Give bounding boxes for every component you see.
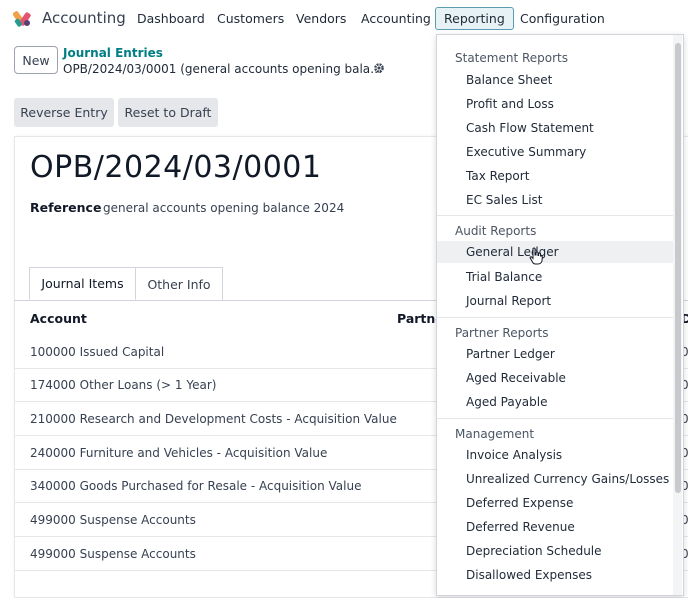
row-account: 240000 Furniture and Vehicles - Acquisit… — [30, 446, 328, 460]
menu-item-ec-sales-list[interactable]: EC Sales List — [437, 189, 673, 211]
nav-reporting[interactable]: Reporting — [435, 7, 514, 30]
menu-item-label: Depreciation Schedule — [466, 544, 602, 558]
menu-item-depreciation-schedule[interactable]: Depreciation Schedule — [437, 540, 673, 562]
menu-item-label: Executive Summary — [466, 145, 587, 159]
menu-item-label: Trial Balance — [466, 270, 543, 284]
app-title[interactable]: Accounting — [42, 9, 126, 27]
row-account: 100000 Issued Capital — [30, 345, 165, 359]
menu-item-aged-payable[interactable]: Aged Payable — [437, 391, 673, 413]
menu-item-label: Deferred Revenue — [466, 520, 575, 534]
menu-section-header: Audit Reports — [455, 224, 537, 238]
menu-item-general-ledger[interactable]: General Ledger — [437, 241, 673, 263]
nav-accounting[interactable]: Accounting — [361, 11, 431, 26]
menu-section-header: Management — [455, 427, 535, 441]
reference-label: Reference — [30, 200, 102, 215]
menu-item-cash-flow-statement[interactable]: Cash Flow Statement — [437, 117, 673, 139]
menu-item-label: Disallowed Expenses — [466, 568, 592, 582]
menu-item-trial-balance[interactable]: Trial Balance — [437, 266, 673, 288]
nav-customers[interactable]: Customers — [217, 11, 284, 26]
nav-configuration[interactable]: Configuration — [520, 11, 605, 26]
reporting-dropdown-menu: Statement Reports Balance Sheet Profit a… — [436, 34, 684, 596]
menu-item-executive-summary[interactable]: Executive Summary — [437, 141, 673, 163]
menu-item-label: Aged Payable — [466, 395, 548, 409]
column-header-account[interactable]: Account — [30, 311, 87, 326]
menu-item-label: Balance Sheet — [466, 73, 553, 87]
menu-item-aged-receivable[interactable]: Aged Receivable — [437, 367, 673, 389]
menu-item-partner-ledger[interactable]: Partner Ledger — [437, 343, 673, 365]
row-account: 499000 Suspense Accounts — [30, 547, 196, 561]
menu-item-invoice-analysis[interactable]: Invoice Analysis — [437, 444, 673, 466]
breadcrumb-journal-entries[interactable]: Journal Entries — [63, 46, 163, 60]
breadcrumb-current-record: OPB/2024/03/0001 (general accounts openi… — [63, 62, 383, 76]
menu-item-label: Invoice Analysis — [466, 448, 563, 462]
menu-item-profit-and-loss[interactable]: Profit and Loss — [437, 93, 673, 115]
row-account: 499000 Suspense Accounts — [30, 513, 196, 527]
gear-icon[interactable] — [373, 62, 385, 74]
menu-item-tax-report[interactable]: Tax Report — [437, 165, 673, 187]
menu-item-label: General Ledger — [466, 245, 559, 259]
menu-item-unrealized-currency-gains-losses[interactable]: Unrealized Currency Gains/Losses — [437, 468, 673, 490]
row-account: 340000 Goods Purchased for Resale - Acqu… — [30, 479, 362, 493]
new-button[interactable]: New — [14, 46, 58, 74]
record-title: OPB/2024/03/0001 — [30, 150, 322, 185]
menu-item-label: Journal Report — [466, 294, 552, 308]
menu-item-balance-sheet[interactable]: Balance Sheet — [437, 69, 673, 91]
reset-to-draft-button[interactable]: Reset to Draft — [118, 98, 218, 127]
menu-divider — [437, 215, 673, 216]
menu-item-label: Tax Report — [466, 169, 530, 183]
menu-item-label: EC Sales List — [466, 193, 543, 207]
app-logo-icon[interactable] — [13, 9, 33, 29]
menu-section-header: Statement Reports — [455, 51, 568, 65]
menu-item-label: Profit and Loss — [466, 97, 554, 111]
menu-item-journal-report[interactable]: Journal Report — [437, 290, 673, 312]
menu-item-label: Aged Receivable — [466, 371, 566, 385]
row-account: 210000 Research and Development Costs - … — [30, 412, 397, 426]
menu-section-header: Partner Reports — [455, 326, 549, 340]
menu-item-disallowed-expenses[interactable]: Disallowed Expenses — [437, 564, 673, 586]
menu-item-label: Cash Flow Statement — [466, 121, 594, 135]
menu-item-deferred-expense[interactable]: Deferred Expense — [437, 492, 673, 514]
reverse-entry-button[interactable]: Reverse Entry — [14, 98, 114, 127]
menu-item-label: Deferred Expense — [466, 496, 574, 510]
menu-divider — [437, 418, 673, 419]
tab-journal-items[interactable]: Journal Items — [29, 267, 136, 300]
hand-cursor-icon — [529, 247, 543, 265]
menu-item-label: Partner Ledger — [466, 347, 555, 361]
menu-scrollbar-thumb[interactable] — [675, 43, 681, 493]
menu-item-deferred-revenue[interactable]: Deferred Revenue — [437, 516, 673, 538]
top-navbar: Accounting Dashboard Customers Vendors A… — [0, 0, 688, 37]
nav-dashboard[interactable]: Dashboard — [137, 11, 205, 26]
row-account: 174000 Other Loans (> 1 Year) — [30, 378, 217, 392]
menu-item-label: Unrealized Currency Gains/Losses — [466, 472, 670, 486]
reference-field[interactable]: general accounts opening balance 2024 — [103, 201, 344, 215]
nav-vendors[interactable]: Vendors — [296, 11, 346, 26]
tab-other-info[interactable]: Other Info — [136, 267, 223, 300]
menu-divider — [437, 317, 673, 318]
